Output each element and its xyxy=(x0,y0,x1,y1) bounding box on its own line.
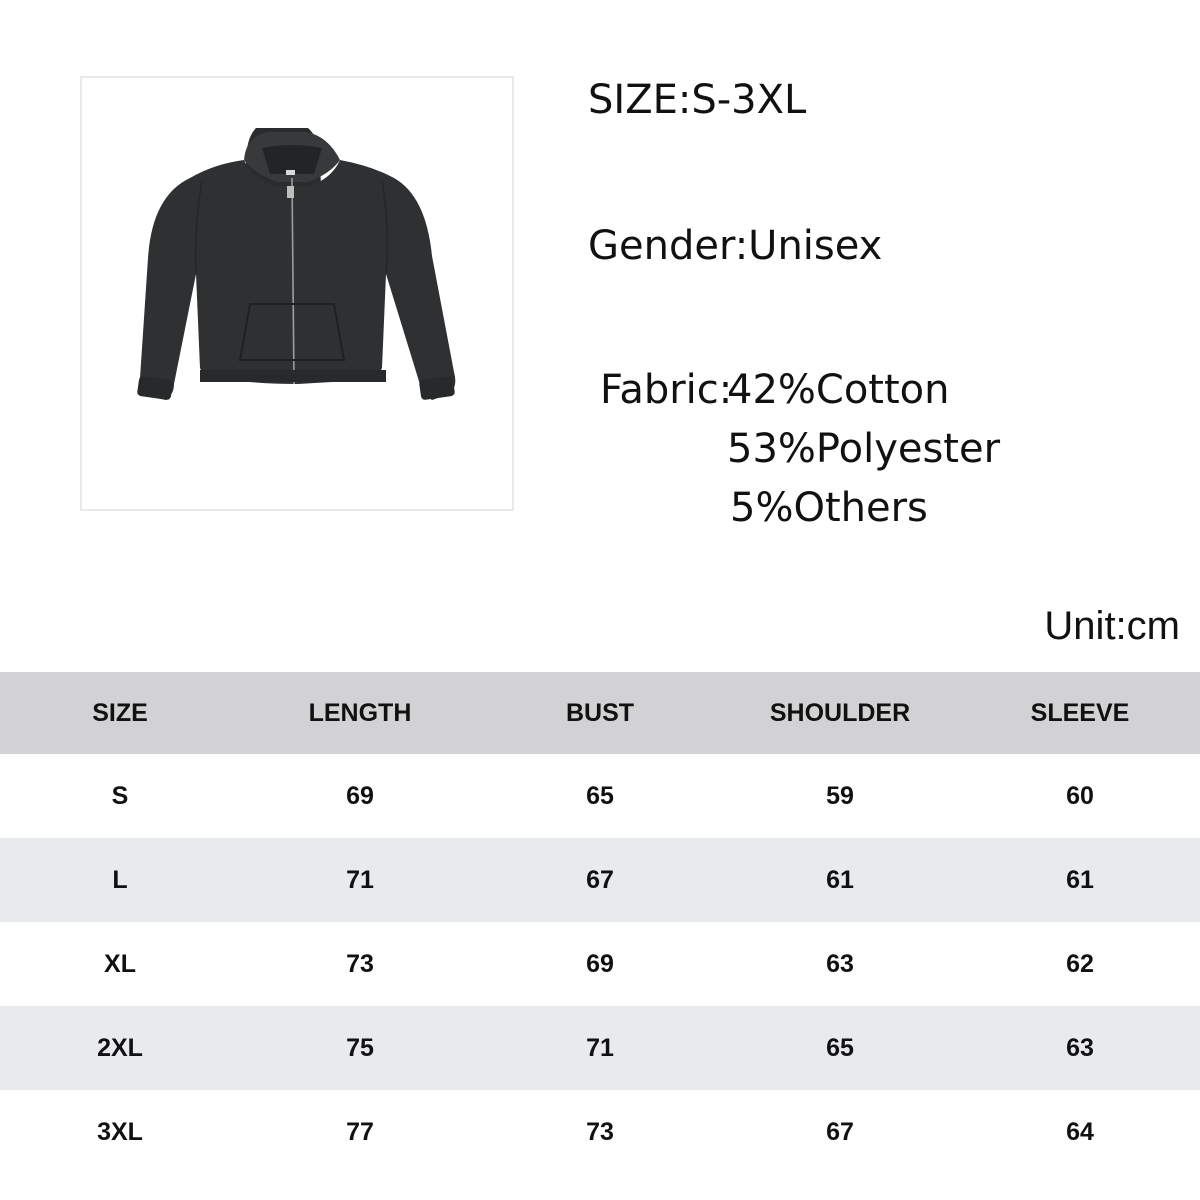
cell-size: S xyxy=(111,781,129,810)
header-length: LENGTH xyxy=(308,698,412,727)
cell-bust: 69 xyxy=(586,949,614,978)
cell-bust: 73 xyxy=(586,1117,614,1146)
zip-hoodie-icon xyxy=(137,128,456,400)
cell-length: 77 xyxy=(346,1117,374,1146)
cell-bust: 67 xyxy=(586,865,614,894)
cell-shoulder: 59 xyxy=(826,781,854,810)
table-row: XL 73 69 63 62 xyxy=(0,922,1200,1006)
cell-length: 75 xyxy=(346,1033,374,1062)
cell-size: L xyxy=(112,865,128,894)
cell-sleeve: 60 xyxy=(1066,781,1094,810)
unit-label: Unit:cm xyxy=(1044,604,1180,648)
cell-length: 73 xyxy=(346,949,374,978)
header-sleeve: SLEEVE xyxy=(1030,698,1130,727)
header-size: SIZE xyxy=(92,698,148,727)
cell-bust: 71 xyxy=(586,1033,614,1062)
table-row: 2XL 75 71 65 63 xyxy=(0,1006,1200,1090)
cell-shoulder: 65 xyxy=(826,1033,854,1062)
table-row: 3XL 77 73 67 64 xyxy=(0,1090,1200,1174)
cell-bust: 65 xyxy=(586,781,614,810)
size-range-text: SIZE:S-3XL xyxy=(588,77,807,123)
cell-shoulder: 67 xyxy=(826,1117,854,1146)
gender-text: Gender:Unisex xyxy=(588,223,883,269)
table-row: S 69 65 59 60 xyxy=(0,754,1200,838)
cell-sleeve: 63 xyxy=(1066,1033,1094,1062)
cell-length: 71 xyxy=(346,865,374,894)
fabric-line-others: 5%Others xyxy=(730,485,928,531)
cell-size: 2XL xyxy=(97,1033,143,1062)
cell-length: 69 xyxy=(346,781,374,810)
cell-size: XL xyxy=(104,949,136,978)
product-image-frame xyxy=(80,76,514,511)
fabric-label: Fabric: xyxy=(600,367,733,413)
header-shoulder: SHOULDER xyxy=(769,698,911,727)
cell-shoulder: 61 xyxy=(826,865,854,894)
size-chart-table: SIZE LENGTH BUST SHOULDER SLEEVE S 69 65… xyxy=(0,672,1200,1174)
table-row: L 71 67 61 61 xyxy=(0,838,1200,922)
cell-sleeve: 64 xyxy=(1066,1117,1094,1146)
cell-sleeve: 61 xyxy=(1066,865,1094,894)
fabric-line-polyester: 53%Polyester xyxy=(727,426,1001,472)
cell-sleeve: 62 xyxy=(1066,949,1094,978)
cell-shoulder: 63 xyxy=(826,949,854,978)
cell-size: 3XL xyxy=(97,1117,143,1146)
table-header-row: SIZE LENGTH BUST SHOULDER SLEEVE xyxy=(0,672,1200,754)
header-bust: BUST xyxy=(565,698,635,727)
fabric-line-cotton: 42%Cotton xyxy=(727,367,950,413)
